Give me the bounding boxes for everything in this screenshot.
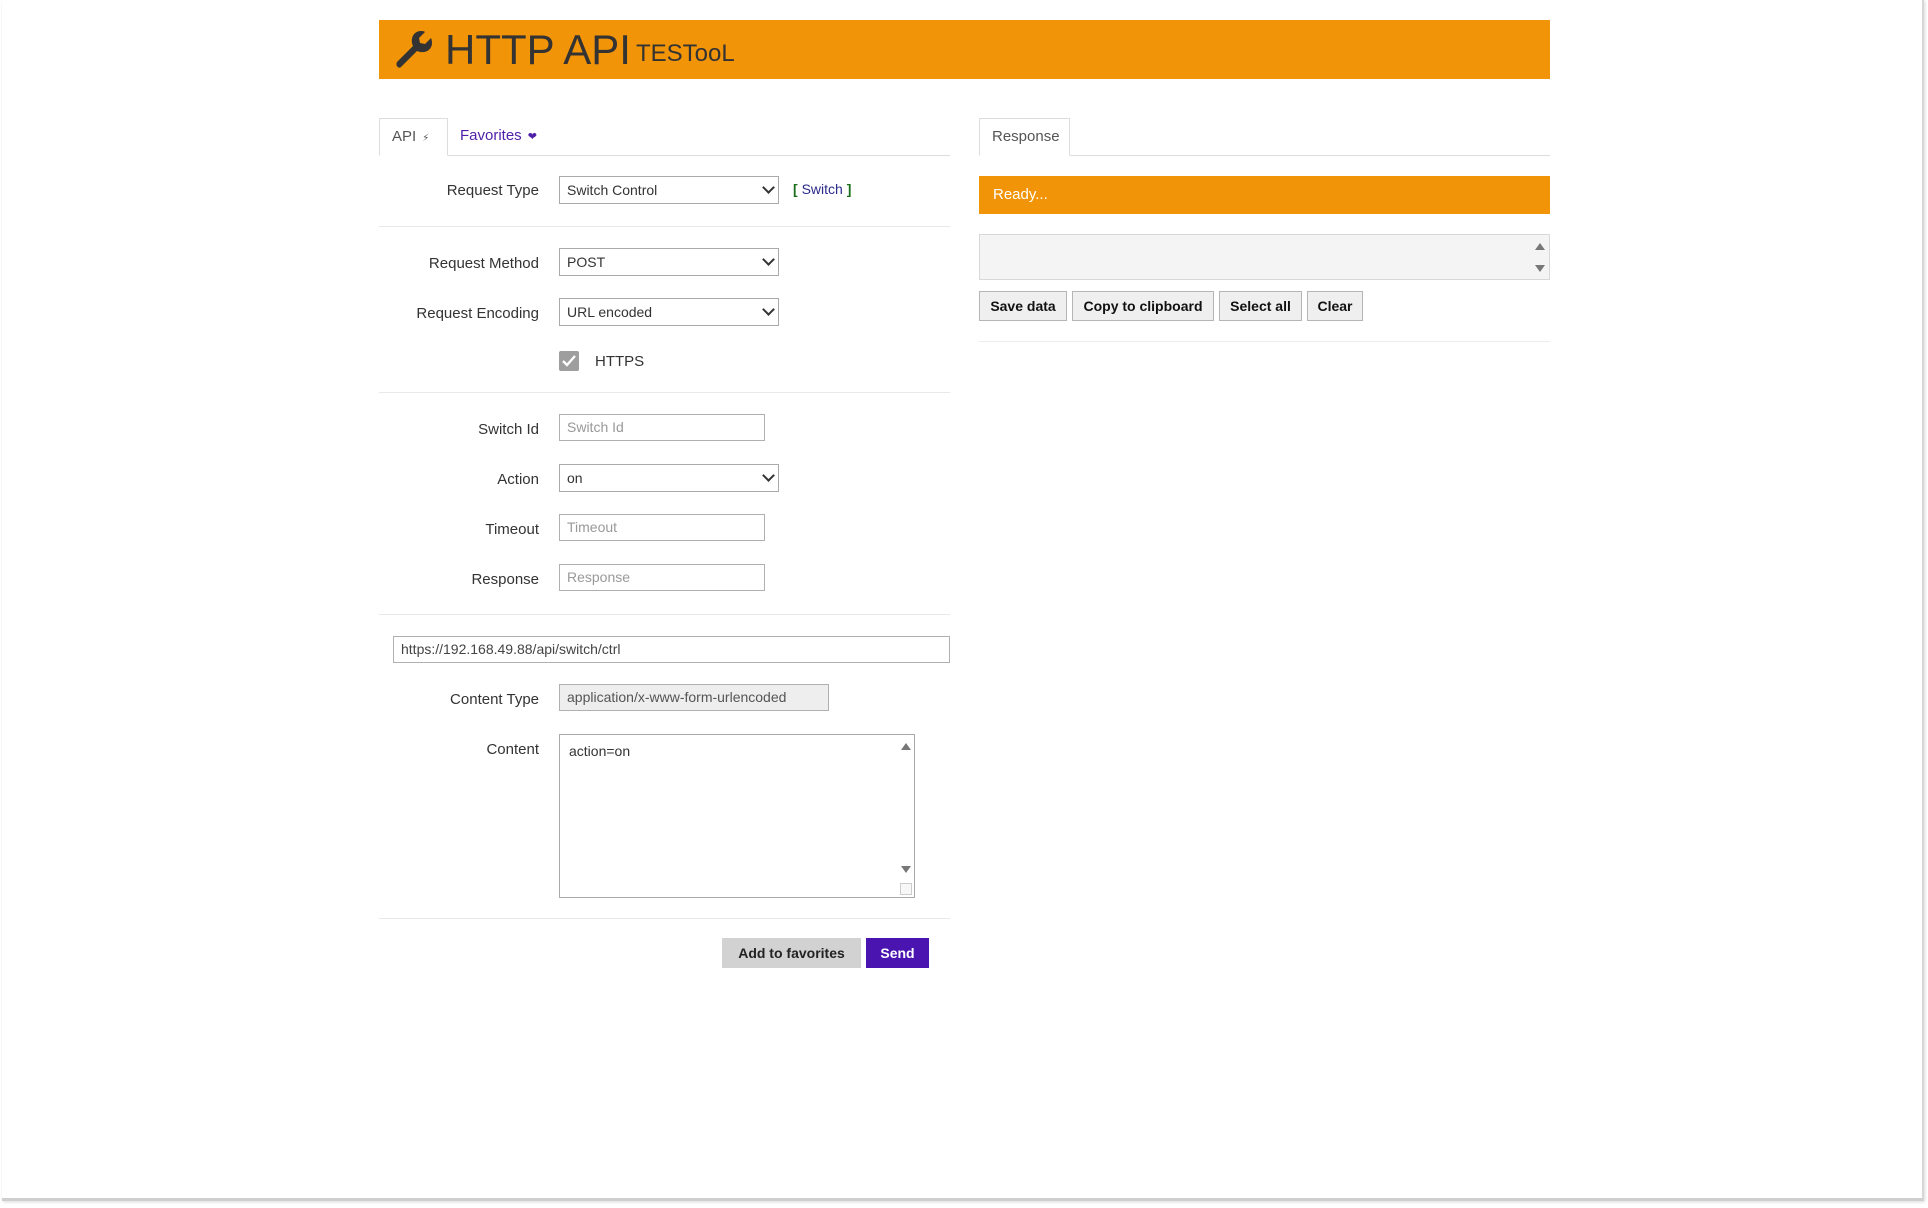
heart-icon: ❤ bbox=[527, 131, 537, 143]
tab-favorites-label: Favorites bbox=[460, 127, 522, 144]
action-select[interactable]: on bbox=[559, 464, 779, 492]
timeout-label: Timeout bbox=[485, 521, 539, 538]
bracket-close: ] bbox=[846, 181, 852, 197]
tab-api-label: API bbox=[392, 128, 417, 145]
action-value: on bbox=[567, 470, 583, 486]
tab-response[interactable]: Response bbox=[979, 118, 1070, 156]
https-checkbox[interactable] bbox=[559, 351, 579, 371]
switch-id-input[interactable]: Switch Id bbox=[559, 414, 765, 441]
response-label: Response bbox=[471, 571, 539, 588]
request-method-value: POST bbox=[567, 254, 606, 270]
app-frame bbox=[2, 0, 1924, 1201]
select-all-button[interactable]: Select all bbox=[1219, 291, 1302, 321]
tab-api[interactable]: API ⚡ bbox=[379, 118, 448, 156]
copy-to-clipboard-button[interactable]: Copy to clipboard bbox=[1072, 291, 1214, 321]
divider bbox=[979, 341, 1550, 342]
chevron-down-icon bbox=[762, 181, 775, 194]
status-bar: Ready... bbox=[979, 176, 1550, 214]
request-encoding-select[interactable]: URL encoded bbox=[559, 298, 779, 326]
response-input[interactable]: Response bbox=[559, 564, 765, 591]
chevron-down-icon bbox=[762, 469, 775, 482]
request-encoding-value: URL encoded bbox=[567, 304, 653, 320]
app-subtitle: TESTooL bbox=[636, 40, 735, 67]
check-icon bbox=[562, 355, 576, 367]
resize-handle-icon[interactable] bbox=[900, 883, 912, 895]
content-type-field: application/x-www-form-urlencoded bbox=[559, 684, 829, 711]
request-encoding-label: Request Encoding bbox=[416, 305, 539, 322]
content-value: action=on bbox=[569, 743, 631, 759]
switch-doc-link[interactable]: [ Switch ] bbox=[793, 181, 851, 197]
divider bbox=[379, 614, 950, 615]
send-button[interactable]: Send bbox=[866, 938, 929, 968]
bracket-open: [ bbox=[793, 181, 798, 197]
switch-link-text: Switch bbox=[801, 181, 843, 197]
response-tabs: Response bbox=[979, 118, 1550, 156]
request-type-label: Request Type bbox=[446, 182, 539, 199]
chevron-down-icon bbox=[762, 303, 775, 316]
url-input[interactable]: https://192.168.49.88/api/switch/ctrl bbox=[393, 636, 950, 663]
tab-favorites[interactable]: Favorites ❤ bbox=[448, 118, 558, 154]
divider bbox=[379, 226, 950, 227]
divider bbox=[379, 918, 950, 919]
scroll-down-icon[interactable] bbox=[1535, 265, 1545, 272]
divider bbox=[379, 392, 950, 393]
add-to-favorites-button[interactable]: Add to favorites bbox=[722, 938, 861, 968]
content-type-label: Content Type bbox=[450, 691, 539, 708]
scroll-down-icon[interactable] bbox=[901, 866, 911, 873]
wrench-icon bbox=[396, 31, 432, 68]
request-method-select[interactable]: POST bbox=[559, 248, 779, 276]
switch-id-label: Switch Id bbox=[478, 421, 539, 438]
content-label: Content bbox=[486, 741, 539, 758]
scroll-up-icon[interactable] bbox=[901, 743, 911, 750]
action-label: Action bbox=[497, 471, 539, 488]
request-method-label: Request Method bbox=[428, 255, 539, 272]
scroll-up-icon[interactable] bbox=[1535, 243, 1545, 250]
chevron-down-icon bbox=[762, 253, 775, 266]
request-type-value: Switch Control bbox=[567, 182, 658, 198]
https-label: HTTPS bbox=[595, 353, 645, 370]
save-data-button[interactable]: Save data bbox=[979, 291, 1067, 321]
app-header: HTTP API TESTooL bbox=[379, 20, 1550, 79]
clear-button[interactable]: Clear bbox=[1307, 291, 1363, 321]
timeout-input[interactable]: Timeout bbox=[559, 514, 765, 541]
content-textarea[interactable]: action=on bbox=[559, 734, 915, 898]
lightning-icon: ⚡ bbox=[422, 133, 430, 144]
request-tabs: API ⚡ Favorites ❤ bbox=[379, 118, 950, 156]
request-type-select[interactable]: Switch Control bbox=[559, 176, 779, 204]
response-output[interactable] bbox=[979, 234, 1550, 280]
app-title: HTTP API bbox=[445, 26, 631, 73]
